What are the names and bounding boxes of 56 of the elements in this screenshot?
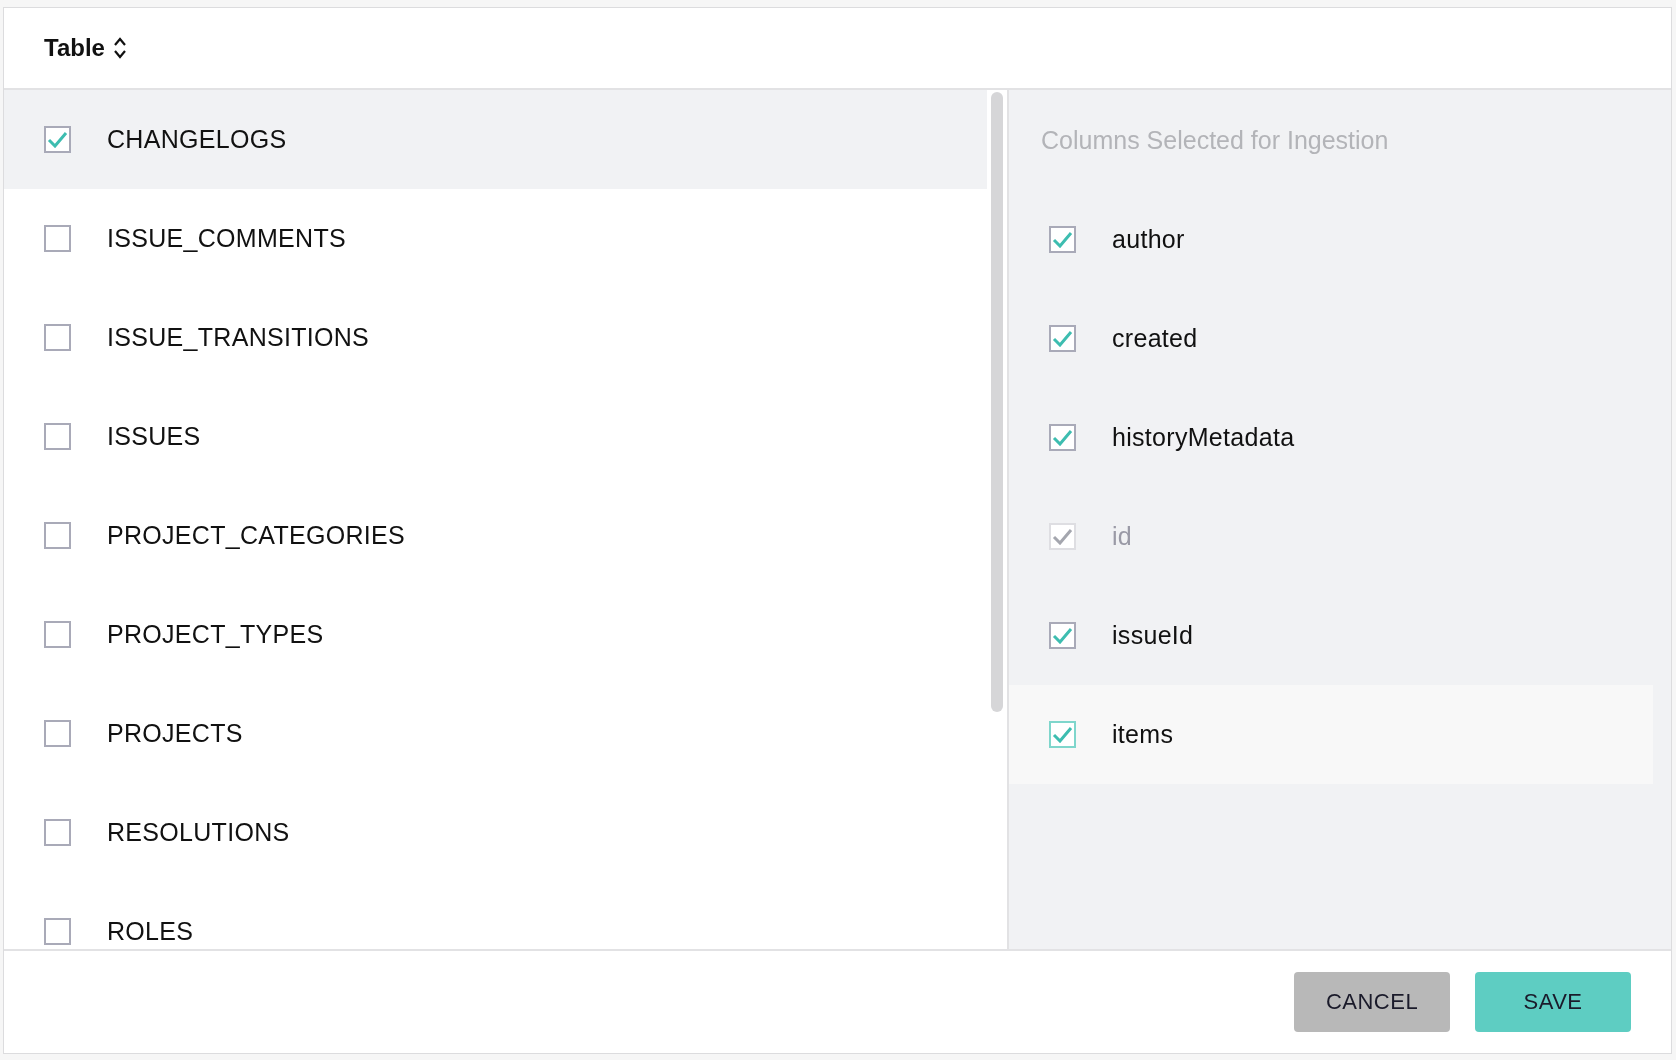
check-icon	[1052, 231, 1073, 248]
check-icon	[1052, 429, 1073, 446]
table-name: PROJECTS	[107, 719, 243, 748]
table-name: ROLES	[107, 917, 194, 946]
check-icon	[1052, 726, 1073, 743]
check-icon	[1052, 330, 1073, 347]
checkbox[interactable]	[44, 423, 71, 450]
checkbox[interactable]	[1049, 424, 1076, 451]
column-name: created	[1112, 324, 1198, 353]
cancel-button[interactable]: CANCEL	[1294, 972, 1450, 1032]
table-name: PROJECT_TYPES	[107, 620, 324, 649]
table-row[interactable]: ROLES	[4, 882, 987, 949]
sort-icon[interactable]	[112, 36, 127, 60]
checkbox[interactable]	[1049, 622, 1076, 649]
table-row[interactable]: PROJECT_CATEGORIES	[4, 486, 987, 585]
table-heading: Table	[44, 34, 105, 62]
table-name: ISSUES	[107, 422, 201, 451]
check-icon	[1052, 528, 1073, 545]
checkbox[interactable]	[44, 720, 71, 747]
scrollbar-thumb[interactable]	[991, 92, 1003, 712]
checkbox[interactable]	[44, 621, 71, 648]
column-name: id	[1112, 522, 1133, 551]
table-name: ISSUE_COMMENTS	[107, 224, 346, 253]
column-name: historyMetadata	[1112, 423, 1295, 452]
column-row[interactable]: historyMetadata	[1009, 388, 1653, 487]
table-row[interactable]: ISSUE_COMMENTS	[4, 189, 987, 288]
table-name: CHANGELOGS	[107, 125, 287, 154]
checkbox[interactable]	[44, 324, 71, 351]
checkbox[interactable]	[44, 819, 71, 846]
checkbox[interactable]	[44, 225, 71, 252]
table-row[interactable]: PROJECT_TYPES	[4, 585, 987, 684]
checkbox[interactable]	[44, 126, 71, 153]
column-name: author	[1112, 225, 1185, 254]
checkbox[interactable]	[1049, 226, 1076, 253]
table-name: PROJECT_CATEGORIES	[107, 521, 406, 550]
table-row[interactable]: PROJECTS	[4, 684, 987, 783]
column-row[interactable]: items	[1009, 685, 1653, 784]
column-row[interactable]: created	[1009, 289, 1653, 388]
column-name: items	[1112, 720, 1174, 749]
table-row[interactable]: RESOLUTIONS	[4, 783, 987, 882]
check-icon	[1052, 627, 1073, 644]
checkbox[interactable]	[44, 918, 71, 945]
table-row[interactable]: CHANGELOGS	[4, 90, 987, 189]
column-row[interactable]: issueId	[1009, 586, 1653, 685]
panel-title: Columns Selected for Ingestion	[1040, 124, 1390, 156]
save-button[interactable]: SAVE	[1475, 972, 1631, 1032]
checkbox[interactable]	[1049, 721, 1076, 748]
table-row[interactable]: ISSUES	[4, 387, 987, 486]
checkbox[interactable]	[1049, 325, 1076, 352]
checkbox[interactable]	[44, 522, 71, 549]
table-name: RESOLUTIONS	[107, 818, 290, 847]
table-row[interactable]: ISSUE_TRANSITIONS	[4, 288, 987, 387]
check-icon	[47, 131, 68, 148]
column-row[interactable]: author	[1009, 190, 1653, 289]
column-name: issueId	[1112, 621, 1194, 650]
table-name: ISSUE_TRANSITIONS	[107, 323, 370, 352]
